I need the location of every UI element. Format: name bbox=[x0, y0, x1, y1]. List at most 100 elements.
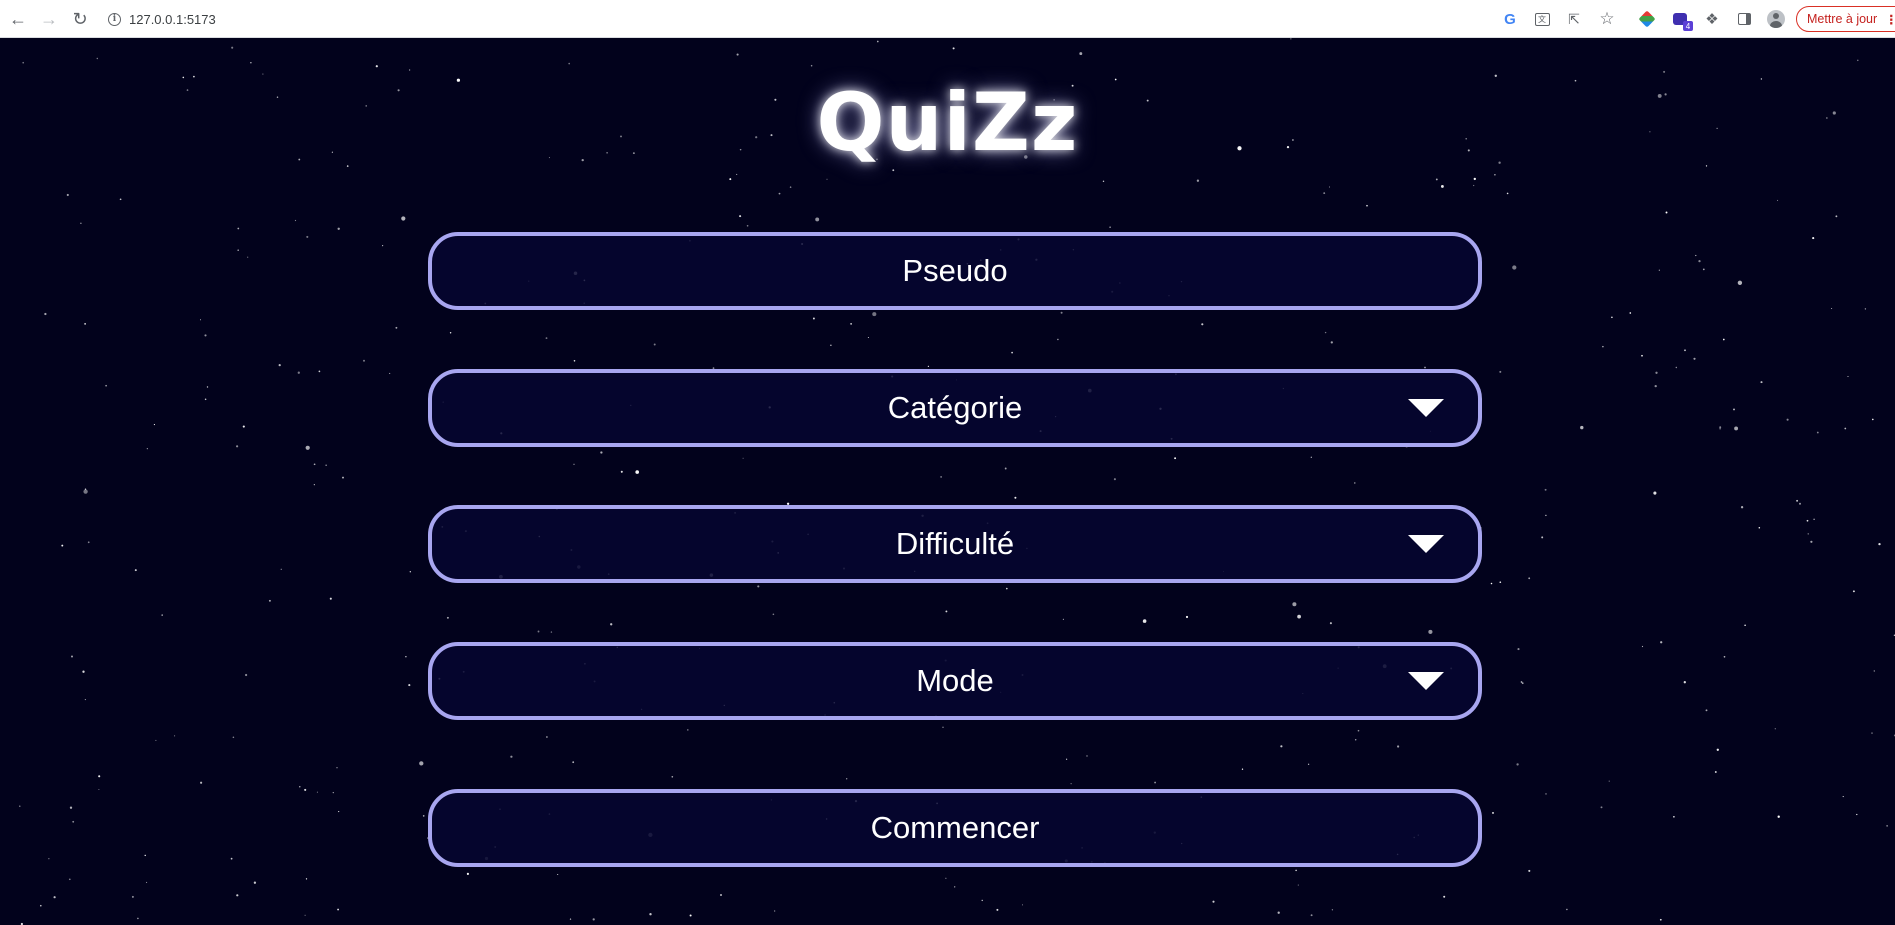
star bbox=[1331, 909, 1334, 911]
star bbox=[1796, 499, 1799, 502]
star bbox=[1185, 615, 1189, 619]
star bbox=[408, 69, 411, 71]
star bbox=[689, 914, 692, 917]
star bbox=[449, 332, 452, 334]
star bbox=[1675, 366, 1678, 369]
star bbox=[826, 178, 828, 180]
info-icon[interactable]: i bbox=[108, 12, 121, 26]
url-text[interactable]: 127.0.0.1:5173 bbox=[129, 12, 216, 27]
profile-icon[interactable] bbox=[1765, 8, 1787, 30]
star bbox=[1723, 655, 1726, 658]
pseudo-input[interactable]: Pseudo bbox=[428, 232, 1482, 310]
star bbox=[1655, 371, 1658, 374]
star bbox=[1545, 793, 1547, 795]
extensions-puzzle-icon[interactable]: ❖ bbox=[1701, 8, 1723, 30]
star bbox=[1878, 542, 1881, 546]
back-arrow-icon[interactable]: ← bbox=[6, 7, 30, 31]
update-button[interactable]: Mettre à jour ⋮ bbox=[1796, 6, 1895, 32]
star bbox=[72, 820, 75, 823]
star bbox=[1516, 763, 1519, 766]
star bbox=[1873, 670, 1876, 672]
star bbox=[1520, 681, 1523, 683]
forward-arrow-icon[interactable]: → bbox=[37, 7, 61, 31]
star bbox=[1440, 184, 1444, 188]
star bbox=[1658, 269, 1660, 271]
star bbox=[253, 881, 257, 884]
star bbox=[80, 222, 82, 224]
star bbox=[401, 216, 406, 221]
menu-dots-icon[interactable]: ⋮ bbox=[1885, 12, 1895, 27]
star bbox=[1297, 614, 1301, 619]
star bbox=[1196, 179, 1200, 182]
star bbox=[1310, 456, 1312, 458]
chevron-down-icon[interactable] bbox=[1408, 672, 1444, 690]
star bbox=[174, 735, 176, 737]
bookmark-star-icon[interactable]: ☆ bbox=[1596, 8, 1618, 30]
star bbox=[1683, 681, 1686, 684]
star bbox=[206, 386, 209, 388]
star bbox=[1852, 590, 1855, 593]
star bbox=[1290, 38, 1292, 40]
mode-select[interactable]: Mode bbox=[428, 642, 1482, 720]
star bbox=[1310, 914, 1313, 917]
extension-color-icon[interactable] bbox=[1636, 8, 1658, 30]
side-panel-icon[interactable] bbox=[1733, 8, 1755, 30]
star bbox=[1641, 354, 1643, 357]
share-icon[interactable]: ⇱ bbox=[1563, 8, 1585, 30]
star bbox=[1665, 211, 1668, 214]
star bbox=[1758, 526, 1761, 529]
star bbox=[363, 359, 365, 362]
start-button[interactable]: Commencer bbox=[428, 789, 1482, 867]
star bbox=[942, 726, 944, 728]
star bbox=[1428, 629, 1433, 634]
star bbox=[1864, 308, 1867, 310]
translate-icon[interactable]: 文 bbox=[1531, 8, 1553, 30]
star bbox=[1544, 488, 1547, 491]
star bbox=[61, 544, 64, 547]
star bbox=[1354, 482, 1356, 484]
star bbox=[1716, 748, 1719, 751]
star bbox=[1435, 178, 1438, 181]
star bbox=[299, 786, 301, 788]
chevron-down-icon[interactable] bbox=[1408, 535, 1444, 553]
difficulty-select[interactable]: Difficulté bbox=[428, 505, 1482, 583]
star bbox=[329, 597, 332, 600]
star bbox=[1499, 581, 1502, 584]
star bbox=[510, 755, 513, 758]
star bbox=[867, 336, 869, 339]
star bbox=[1397, 745, 1400, 748]
star bbox=[1086, 755, 1088, 757]
star bbox=[338, 811, 340, 813]
star bbox=[83, 489, 88, 494]
star bbox=[1174, 457, 1177, 460]
star bbox=[278, 363, 281, 367]
chevron-down-icon[interactable] bbox=[1408, 399, 1444, 417]
star bbox=[304, 914, 306, 916]
google-icon[interactable]: G bbox=[1499, 8, 1521, 30]
star bbox=[757, 585, 760, 588]
star bbox=[892, 169, 895, 172]
star bbox=[409, 571, 411, 573]
update-label: Mettre à jour bbox=[1807, 12, 1878, 26]
address-bar[interactable]: i 127.0.0.1:5173 bbox=[108, 8, 216, 30]
star bbox=[98, 788, 100, 791]
star bbox=[1812, 237, 1815, 240]
star bbox=[746, 224, 749, 227]
star bbox=[466, 872, 469, 875]
star bbox=[1443, 895, 1446, 898]
star bbox=[1835, 215, 1838, 218]
star bbox=[1014, 496, 1017, 499]
star bbox=[1806, 519, 1809, 522]
category-label: Catégorie bbox=[887, 390, 1023, 425]
star bbox=[305, 878, 308, 880]
reload-icon[interactable]: ↻ bbox=[68, 7, 92, 31]
category-select[interactable]: Catégorie bbox=[428, 369, 1482, 447]
extension-purple-icon[interactable] bbox=[1669, 8, 1693, 31]
star bbox=[1602, 345, 1604, 348]
star bbox=[153, 424, 155, 426]
star bbox=[1702, 268, 1705, 271]
star bbox=[1201, 323, 1204, 326]
star bbox=[44, 312, 47, 316]
star bbox=[872, 312, 877, 317]
star bbox=[155, 739, 157, 741]
